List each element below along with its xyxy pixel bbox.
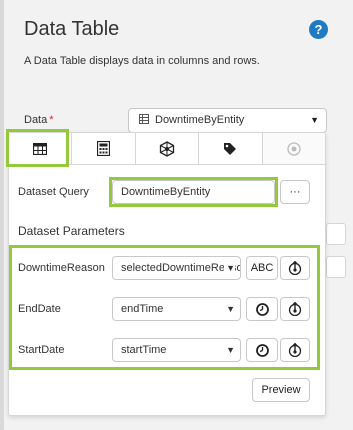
calculator-icon [97, 141, 111, 156]
preview-button[interactable]: Preview [252, 378, 310, 402]
tab-calculations[interactable] [72, 133, 136, 164]
background-field [326, 223, 346, 245]
tag-icon [224, 142, 237, 155]
param-link-button[interactable] [280, 256, 310, 280]
param-link-button[interactable] [280, 338, 310, 362]
param-type-date-button[interactable] [246, 338, 278, 362]
param-value-select[interactable]: endTime ▼ [112, 297, 241, 321]
required-marker: * [49, 114, 54, 126]
param-value-select[interactable]: selectedDowntimeReason ▼ [112, 256, 241, 280]
dataset-icon [139, 114, 149, 124]
param-label-downtimereason: DowntimeReason [18, 262, 105, 274]
chevron-down-icon: ▼ [310, 115, 319, 125]
variable-link-icon [288, 302, 302, 316]
dataset-query-more-button[interactable]: ··· [280, 180, 310, 204]
chevron-down-icon: ▼ [224, 339, 235, 361]
page-description: A Data Table displays data in columns an… [24, 55, 260, 67]
page-title: Data Table [24, 18, 120, 40]
param-value-text: startTime [121, 344, 167, 356]
param-value-select[interactable]: startTime ▼ [112, 338, 241, 362]
chevron-down-icon: ▼ [224, 257, 235, 279]
param-type-text-button[interactable]: ABC [246, 256, 278, 280]
tab-disabled [262, 133, 326, 164]
background-field [326, 256, 346, 278]
variable-link-icon [288, 261, 302, 275]
chevron-down-icon: ▼ [224, 298, 235, 320]
active-tab-highlight [6, 129, 69, 167]
dataset-query-label: Dataset Query [18, 186, 89, 198]
tab-relations[interactable] [135, 133, 200, 164]
param-label-startdate: StartDate [18, 344, 65, 356]
tab-tags[interactable] [199, 133, 263, 164]
variable-link-icon [288, 343, 302, 357]
param-label-enddate: EndDate [18, 303, 61, 315]
param-value-text: endTime [121, 303, 164, 315]
circle-target-icon [287, 141, 301, 156]
clock-icon [255, 302, 269, 316]
dataset-query-highlight [109, 177, 278, 207]
param-type-date-button[interactable] [246, 297, 278, 321]
param-value-text: selectedDowntimeReason [121, 262, 241, 274]
help-icon[interactable]: ? [309, 20, 328, 39]
clock-icon [255, 343, 269, 357]
data-source-value: DowntimeByEntity [155, 114, 245, 126]
dataset-parameters-title: Dataset Parameters [18, 224, 125, 238]
data-field-label: Data * [24, 114, 54, 126]
param-link-button[interactable] [280, 297, 310, 321]
data-source-select[interactable]: DowntimeByEntity ▼ [128, 108, 327, 133]
hexagon-network-icon [159, 140, 175, 157]
